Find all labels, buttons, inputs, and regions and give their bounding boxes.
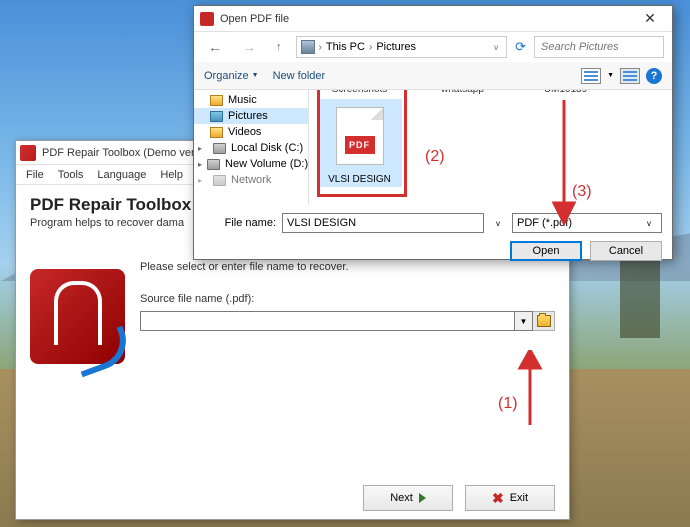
file-item-whatsapp[interactable]: whatsapp	[420, 90, 505, 95]
folder-open-icon	[537, 315, 551, 327]
nav-forward-button[interactable]: →	[236, 37, 262, 57]
file-item-vlsi[interactable]: PDF VLSI DESIGN	[317, 99, 402, 187]
file-list[interactable]: Screenshots whatsapp UM10139 PDF VLSI DE…	[309, 90, 672, 205]
organize-menu[interactable]: Organize ▼	[204, 70, 259, 82]
disk-icon	[213, 143, 226, 154]
nav-item-localdisk[interactable]: ▸Local Disk (C:)	[194, 140, 308, 156]
source-file-input[interactable]	[140, 311, 515, 331]
navigation-pane: Music Pictures Videos ▸Local Disk (C:) ▸…	[194, 90, 309, 205]
new-folder-button[interactable]: New folder	[273, 70, 326, 82]
menu-tools[interactable]: Tools	[52, 167, 90, 183]
close-icon: ✖	[492, 490, 504, 507]
menu-file[interactable]: File	[20, 167, 50, 183]
nav-item-newvolume[interactable]: ▸New Volume (D:)	[194, 156, 308, 172]
nav-back-button[interactable]: ←	[202, 37, 228, 57]
chevron-right-icon: ›	[369, 42, 372, 53]
open-button[interactable]: Open	[510, 241, 582, 261]
source-dropdown-button[interactable]: ▼	[515, 311, 533, 331]
disk-icon	[207, 159, 220, 170]
filename-label: File name:	[204, 217, 276, 229]
next-label: Next	[390, 492, 413, 504]
file-label: VLSI DESIGN	[319, 174, 400, 185]
breadcrumb-root[interactable]: This PC	[326, 41, 365, 53]
app-logo	[30, 269, 125, 364]
chevron-down-icon[interactable]: v	[490, 43, 502, 52]
browse-button[interactable]	[533, 311, 555, 331]
preview-pane-button[interactable]	[620, 68, 640, 84]
view-options-button[interactable]	[581, 68, 601, 84]
nav-item-pictures[interactable]: Pictures	[194, 108, 308, 124]
app-title: PDF Repair Toolbox (Demo version)	[42, 147, 218, 159]
chevron-right-icon: ▸	[198, 144, 208, 153]
dialog-titlebar[interactable]: Open PDF file ✕	[194, 6, 672, 32]
chevron-down-icon[interactable]: v	[490, 219, 506, 228]
exit-label: Exit	[510, 492, 528, 504]
nav-item-network[interactable]: ▸Network	[194, 172, 308, 188]
open-file-dialog: Open PDF file ✕ ← → ↑ › This PC › Pictur…	[193, 5, 673, 260]
music-icon	[210, 95, 223, 106]
chevron-down-icon: ▼	[252, 72, 259, 79]
videos-icon	[210, 127, 223, 138]
breadcrumb[interactable]: › This PC › Pictures v	[296, 36, 508, 58]
dialog-icon	[200, 12, 214, 26]
chevron-right-icon: ▸	[198, 176, 208, 185]
search-input[interactable]	[534, 36, 664, 58]
chevron-down-icon[interactable]: ▼	[607, 72, 614, 79]
chevron-right-icon: ›	[319, 42, 322, 53]
nav-item-videos[interactable]: Videos	[194, 124, 308, 140]
file-type-filter[interactable]: PDF (*.pdf) v	[512, 213, 662, 233]
nav-item-music[interactable]: Music	[194, 92, 308, 108]
dialog-title: Open PDF file	[220, 13, 634, 25]
nav-up-button[interactable]: ↑	[270, 39, 288, 55]
pc-icon	[301, 40, 315, 54]
chevron-right-icon: ▸	[198, 160, 202, 169]
filename-input[interactable]	[282, 213, 484, 233]
breadcrumb-folder[interactable]: Pictures	[376, 41, 416, 53]
help-icon[interactable]: ?	[646, 68, 662, 84]
refresh-icon[interactable]: ⟳	[515, 39, 526, 55]
exit-button[interactable]: ✖ Exit	[465, 485, 555, 511]
cancel-button[interactable]: Cancel	[590, 241, 662, 261]
pdf-file-icon: PDF	[336, 107, 384, 165]
play-icon	[419, 493, 426, 503]
file-item-screenshots[interactable]: Screenshots	[317, 90, 402, 95]
network-icon	[213, 175, 226, 186]
file-item-um10139[interactable]: UM10139	[523, 90, 608, 95]
chevron-down-icon: v	[641, 219, 657, 228]
menu-language[interactable]: Language	[91, 167, 152, 183]
next-button[interactable]: Next	[363, 485, 453, 511]
dialog-close-button[interactable]: ✕	[634, 9, 666, 29]
source-label: Source file name (.pdf):	[140, 293, 555, 305]
pictures-icon	[210, 111, 223, 122]
app-icon	[20, 145, 36, 161]
menu-help[interactable]: Help	[154, 167, 189, 183]
